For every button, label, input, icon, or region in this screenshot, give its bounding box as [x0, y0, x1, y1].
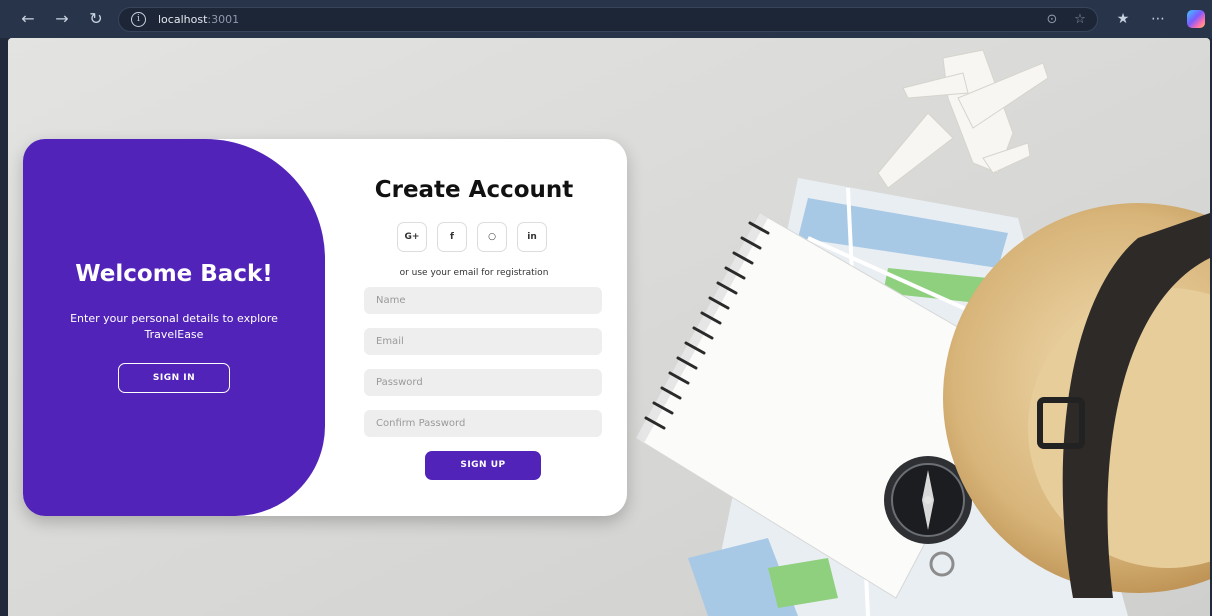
welcome-text: Enter your personal details to explore T…	[70, 312, 278, 341]
browser-toolbar: ← → ↻ i localhost:3001 ⊙ ☆ ★ ⋯	[0, 0, 1212, 38]
sign-up-button[interactable]: SIGN UP	[425, 451, 541, 480]
reader-icon[interactable]: ⊙	[1043, 11, 1061, 29]
name-input[interactable]	[364, 287, 602, 314]
forward-arrow-icon[interactable]: →	[52, 9, 72, 29]
url-port: :3001	[207, 13, 240, 26]
copilot-icon[interactable]	[1187, 10, 1205, 28]
auth-card: Welcome Back! Enter your personal detail…	[23, 139, 627, 516]
password-input[interactable]	[364, 369, 602, 396]
linkedin-icon[interactable]: in	[517, 222, 547, 252]
page-viewport: Welcome Back! Enter your personal detail…	[8, 38, 1210, 616]
sign-in-button[interactable]: SIGN IN	[118, 363, 230, 393]
url-host: localhost	[158, 13, 208, 26]
google-plus-icon[interactable]: G+	[397, 222, 427, 252]
back-arrow-icon[interactable]: ←	[18, 9, 38, 29]
more-icon[interactable]: ⋯	[1147, 8, 1169, 30]
registration-subtitle: or use your email for registration	[399, 268, 549, 278]
github-icon[interactable]: ○	[477, 222, 507, 252]
welcome-title: Welcome Back!	[75, 261, 273, 287]
social-login-row: G+ f ○ in	[397, 222, 553, 252]
welcome-panel: Welcome Back! Enter your personal detail…	[23, 139, 325, 516]
url-text[interactable]: localhost:3001	[158, 13, 239, 26]
reload-icon[interactable]: ↻	[86, 9, 106, 29]
email-input[interactable]	[364, 328, 602, 355]
favorites-icon[interactable]: ★	[1112, 8, 1134, 30]
facebook-icon[interactable]: f	[437, 222, 467, 252]
favorite-star-icon[interactable]: ☆	[1071, 11, 1089, 29]
confirm-password-input[interactable]	[364, 410, 602, 437]
address-bar[interactable]: i localhost:3001 ⊙ ☆	[118, 7, 1098, 32]
site-info-icon[interactable]: i	[131, 12, 146, 27]
create-account-title: Create Account	[374, 177, 574, 203]
